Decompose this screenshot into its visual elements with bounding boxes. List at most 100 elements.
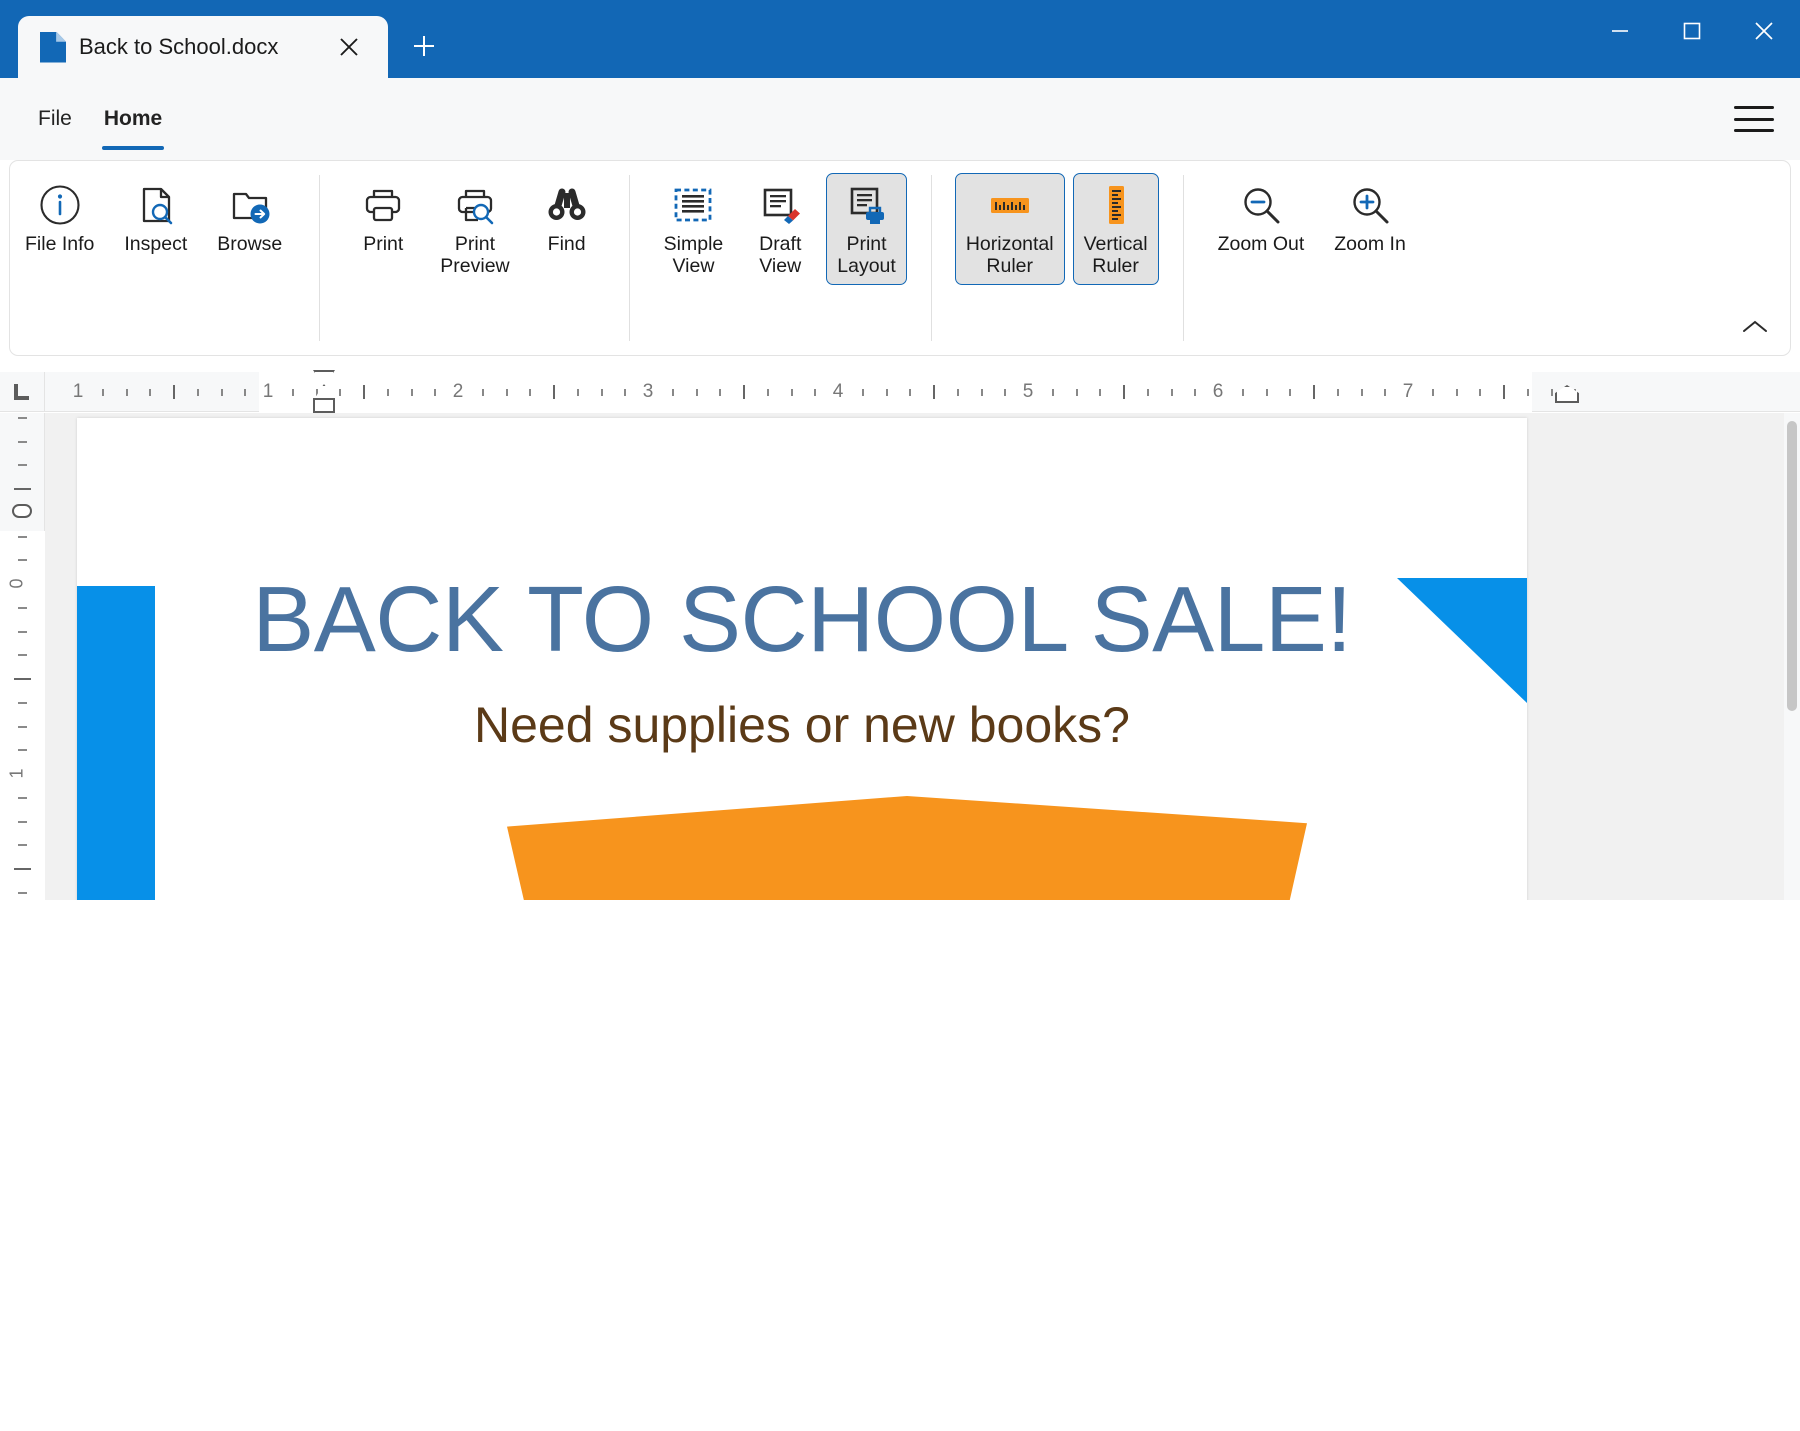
zoom-in-button[interactable]: Zoom In xyxy=(1323,173,1417,263)
find-label: Find xyxy=(548,234,586,256)
simple-view-icon xyxy=(666,182,720,228)
menu-item-file[interactable]: File xyxy=(22,78,88,160)
simple-view-button[interactable]: Simple View xyxy=(653,173,735,285)
ribbon-group-rulers: Horizontal Ruler xyxy=(931,161,1163,355)
ruler-tick xyxy=(957,389,959,396)
title-bar: Back to School.docx xyxy=(0,0,1800,78)
vertical-ruler-icon xyxy=(1089,182,1143,228)
info-circle-icon xyxy=(33,182,87,228)
ruler-tick xyxy=(102,389,104,396)
ruler-tick xyxy=(149,389,151,396)
zoom-in-label: Zoom In xyxy=(1334,234,1406,256)
ruler-tick xyxy=(886,389,888,396)
ruler-tick xyxy=(1551,389,1553,396)
ruler-tick xyxy=(814,389,816,396)
ribbon-toolbar: File Info Inspect Browse xyxy=(9,160,1791,356)
zoom-out-icon xyxy=(1234,182,1288,228)
browse-label: Browse xyxy=(217,234,282,256)
ruler-tick xyxy=(197,389,199,396)
document-title: BACK TO SCHOOL SALE! xyxy=(77,566,1527,673)
hamburger-menu-icon[interactable] xyxy=(1732,100,1776,138)
chevron-up-icon[interactable] xyxy=(1736,311,1774,343)
inspect-label: Inspect xyxy=(124,234,187,256)
ruler-tick xyxy=(1432,389,1434,396)
ruler-number: 2 xyxy=(453,381,464,403)
find-button[interactable]: Find xyxy=(529,173,605,263)
vertical-ruler-tick xyxy=(18,892,27,894)
document-page[interactable]: BACK TO SCHOOL SALE! Need supplies or ne… xyxy=(77,418,1527,900)
tab-title: Back to School.docx xyxy=(79,34,317,60)
file-info-label: File Info xyxy=(25,234,94,256)
menu-item-home[interactable]: Home xyxy=(88,78,178,160)
ruler-tick xyxy=(1337,389,1339,396)
maximize-button[interactable] xyxy=(1656,0,1728,62)
folder-arrow-icon xyxy=(223,182,277,228)
document-canvas: BACK TO SCHOOL SALE! Need supplies or ne… xyxy=(45,413,1784,900)
ruler-tick xyxy=(1456,389,1458,396)
ruler-tick xyxy=(981,389,983,396)
draft-view-button[interactable]: Draft View xyxy=(742,173,818,285)
vertical-ruler-tick xyxy=(18,417,27,419)
ruler-tick xyxy=(1171,389,1173,396)
ruler-tick xyxy=(1361,389,1363,396)
document-tab[interactable]: Back to School.docx xyxy=(18,16,388,78)
scrollbar-thumb[interactable] xyxy=(1787,421,1797,711)
window-close-button[interactable] xyxy=(1728,0,1800,62)
browse-button[interactable]: Browse xyxy=(206,173,293,263)
ruler-tick xyxy=(529,389,531,396)
ruler-tick xyxy=(244,389,246,396)
ruler-tick xyxy=(1099,389,1101,396)
right-indent-marker[interactable] xyxy=(1555,385,1579,403)
new-tab-button[interactable] xyxy=(396,18,452,74)
simple-view-label: Simple View xyxy=(664,234,724,278)
ruler-tick xyxy=(1289,389,1291,396)
ruler-tick xyxy=(696,389,698,396)
minimize-button[interactable] xyxy=(1584,0,1656,62)
ruler-track: 11234567 xyxy=(45,372,1800,412)
file-info-button[interactable]: File Info xyxy=(14,173,105,263)
left-indent-marker[interactable] xyxy=(313,398,335,413)
vertical-ruler-tick xyxy=(18,441,27,443)
ruler-tick xyxy=(173,385,175,399)
ruler-tick xyxy=(862,389,864,396)
vertical-ruler-tick xyxy=(18,631,27,633)
inspect-button[interactable]: Inspect xyxy=(113,173,198,263)
vertical-ruler-tick xyxy=(18,702,27,704)
window-controls xyxy=(1584,0,1800,62)
ruler-tick xyxy=(791,389,793,396)
vertical-scrollbar[interactable] xyxy=(1784,413,1800,900)
ruler-tick xyxy=(1123,385,1125,399)
close-icon[interactable] xyxy=(330,28,368,66)
ruler-tick xyxy=(339,389,341,396)
ruler-tick xyxy=(1076,389,1078,396)
horizontal-ruler-button[interactable]: Horizontal Ruler xyxy=(955,173,1065,285)
vertical-margin-marker[interactable] xyxy=(12,504,32,518)
vertical-ruler-tick xyxy=(18,821,27,823)
vertical-ruler-number: 0 xyxy=(7,578,28,588)
print-label: Print xyxy=(363,234,403,256)
ruler-tick xyxy=(1384,389,1386,396)
ruler-tick xyxy=(1313,385,1315,399)
horizontal-ruler[interactable]: 11234567 xyxy=(0,372,1800,412)
ruler-number: 3 xyxy=(643,381,654,403)
document-subtitle: Need supplies or new books? xyxy=(77,696,1527,754)
ruler-tick xyxy=(672,389,674,396)
ruler-number: 1 xyxy=(263,381,274,403)
vertical-ruler-tick xyxy=(18,844,27,846)
ruler-tick xyxy=(506,389,508,396)
vertical-ruler-tick xyxy=(18,726,27,728)
print-button[interactable]: Print xyxy=(345,173,421,263)
zoom-out-button[interactable]: Zoom Out xyxy=(1207,173,1316,263)
print-layout-button[interactable]: Print Layout xyxy=(826,173,907,285)
ruler-tick xyxy=(719,389,721,396)
left-tab-stop-icon[interactable] xyxy=(0,372,45,412)
ruler-tick xyxy=(434,389,436,396)
ruler-tick xyxy=(1479,389,1481,396)
print-preview-button[interactable]: Print Preview xyxy=(429,173,520,285)
vertical-ruler[interactable]: 01 xyxy=(0,413,45,900)
draft-view-icon xyxy=(753,182,807,228)
vertical-ruler-tick xyxy=(18,654,27,656)
ruler-tick xyxy=(387,389,389,396)
vertical-ruler-button[interactable]: Vertical Ruler xyxy=(1073,173,1159,285)
ruler-tick xyxy=(411,389,413,396)
